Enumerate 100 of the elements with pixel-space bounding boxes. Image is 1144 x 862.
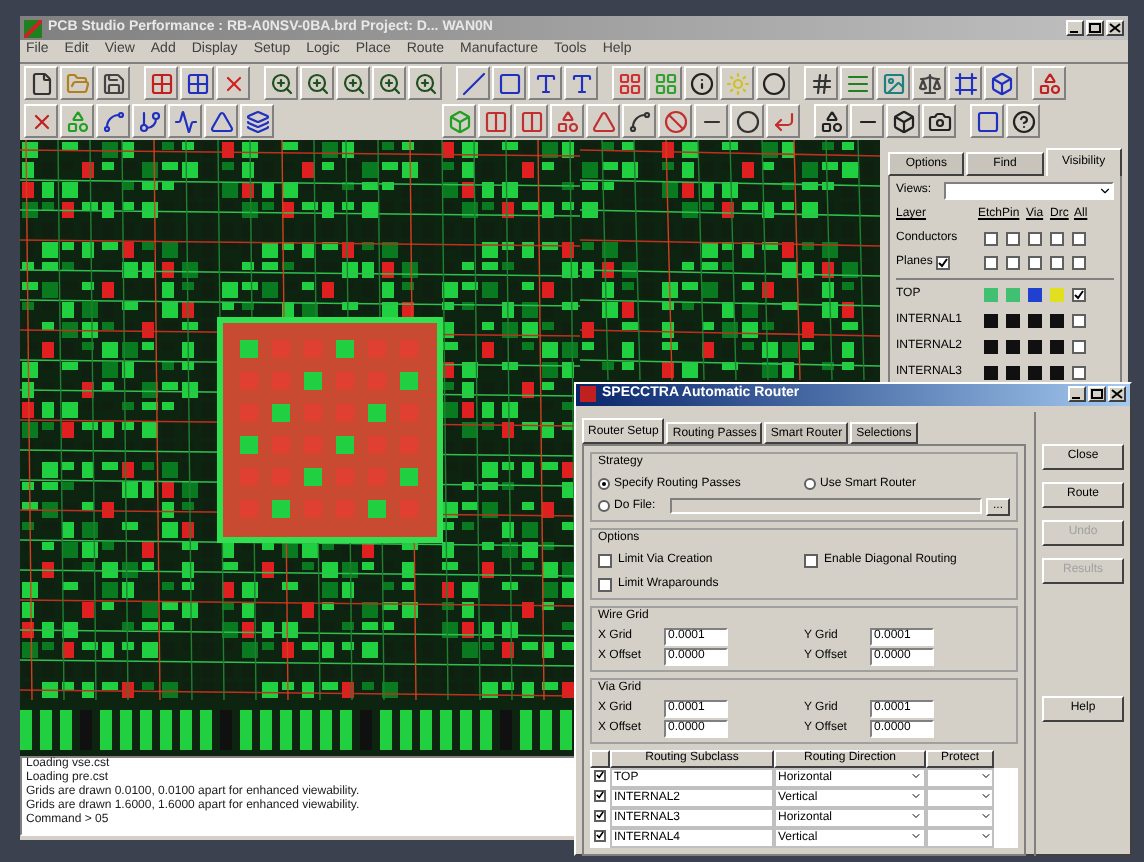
- cross-icon: [29, 109, 53, 133]
- toolbar-button[interactable]: [528, 66, 562, 100]
- toolbar-button[interactable]: [886, 104, 920, 138]
- color-swatch[interactable]: [1006, 366, 1020, 380]
- toolbar-button[interactable]: [694, 104, 728, 138]
- shapes-icon: [819, 109, 843, 133]
- color-swatch[interactable]: [1006, 340, 1020, 354]
- toolbar-button[interactable]: [684, 66, 718, 100]
- checkbox[interactable]: [1006, 256, 1020, 270]
- lines-icon: [845, 71, 869, 95]
- color-swatch[interactable]: [1050, 314, 1064, 328]
- checkbox[interactable]: [1050, 232, 1064, 246]
- toolbar-button[interactable]: [970, 104, 1004, 138]
- toolbar-button[interactable]: [204, 104, 238, 138]
- checkbox[interactable]: [598, 553, 612, 567]
- checkbox[interactable]: [936, 256, 951, 270]
- color-swatch[interactable]: [984, 314, 998, 328]
- checkbox[interactable]: [594, 789, 606, 801]
- maximize-icon[interactable]: [1088, 386, 1106, 403]
- no-icon: [663, 109, 687, 133]
- toolbar-button[interactable]: [456, 66, 490, 100]
- checkbox[interactable]: [594, 829, 606, 841]
- toolbar-button[interactable]: [1006, 104, 1040, 138]
- shapes-icon: [1037, 71, 1061, 95]
- scale-icon: [917, 71, 941, 95]
- color-swatch[interactable]: [1028, 288, 1042, 302]
- toolbar-button[interactable]: [564, 66, 598, 100]
- toolbar-button[interactable]: [984, 66, 1018, 100]
- toolbar-button[interactable]: [756, 66, 790, 100]
- color-swatch[interactable]: [1028, 340, 1042, 354]
- checkbox[interactable]: [1028, 256, 1042, 270]
- toolbar-button[interactable]: [132, 104, 166, 138]
- toolbar-button[interactable]: [1032, 66, 1066, 100]
- toolbar-button[interactable]: [922, 104, 956, 138]
- toolbar-button[interactable]: [96, 66, 130, 100]
- toolbar-button[interactable]: [912, 66, 946, 100]
- checkbox[interactable]: [1006, 232, 1020, 246]
- close-icon[interactable]: [1108, 386, 1126, 403]
- toolbar-button[interactable]: [850, 104, 884, 138]
- radio-button[interactable]: [598, 500, 610, 512]
- squares-icon: [149, 71, 173, 95]
- wave-icon: [173, 109, 197, 133]
- toolbar-button[interactable]: [336, 66, 370, 100]
- checkbox[interactable]: [594, 769, 606, 781]
- branch-icon: [137, 109, 161, 133]
- color-swatch[interactable]: [984, 288, 998, 302]
- toolbar-button[interactable]: [300, 66, 334, 100]
- minimize-icon[interactable]: [1068, 386, 1086, 403]
- color-swatch[interactable]: [1028, 366, 1042, 380]
- toolbar-button[interactable]: [144, 66, 178, 100]
- toolbar-button[interactable]: [408, 66, 442, 100]
- toolbar-button[interactable]: [180, 66, 214, 100]
- checkbox[interactable]: [1050, 256, 1064, 270]
- protect-dropdown[interactable]: [926, 767, 994, 787]
- color-swatch[interactable]: [984, 340, 998, 354]
- color-swatch[interactable]: [1050, 288, 1064, 302]
- toolbar-button[interactable]: [814, 104, 848, 138]
- color-swatch[interactable]: [1050, 366, 1064, 380]
- checkbox[interactable]: [1072, 366, 1086, 380]
- checkbox[interactable]: [804, 553, 818, 567]
- close-icon[interactable]: [1106, 20, 1124, 36]
- toolbar-button[interactable]: [622, 104, 656, 138]
- toolbar-button[interactable]: [372, 66, 406, 100]
- toolbar-button[interactable]: [492, 66, 526, 100]
- checkbox[interactable]: [984, 232, 998, 246]
- toolbar-button[interactable]: [240, 104, 274, 138]
- toolbar-button[interactable]: [96, 104, 130, 138]
- toolbar-button[interactable]: [264, 66, 298, 100]
- checkbox[interactable]: [984, 256, 998, 270]
- toolbar-button[interactable]: [730, 104, 764, 138]
- minimize-icon[interactable]: [1066, 20, 1084, 36]
- checkbox[interactable]: [1072, 314, 1086, 328]
- toolbar-button[interactable]: [804, 66, 838, 100]
- checkbox[interactable]: [598, 577, 612, 591]
- checkbox[interactable]: [594, 809, 606, 821]
- line-icon: [461, 71, 485, 95]
- grid-icon: [617, 71, 641, 95]
- maximize-icon[interactable]: [1086, 20, 1104, 36]
- zoom-in-icon: [269, 71, 293, 95]
- checkbox[interactable]: [1072, 288, 1086, 302]
- checkbox[interactable]: [1072, 232, 1086, 246]
- sun-icon: [725, 71, 749, 95]
- color-swatch[interactable]: [984, 366, 998, 380]
- color-swatch[interactable]: [1006, 288, 1020, 302]
- color-swatch[interactable]: [1006, 314, 1020, 328]
- toolbar-button[interactable]: [24, 66, 58, 100]
- radio-button[interactable]: [598, 478, 610, 490]
- radio-button[interactable]: [804, 478, 816, 490]
- do-file-field[interactable]: [670, 498, 982, 514]
- toolbar-button[interactable]: [168, 104, 202, 138]
- color-swatch[interactable]: [1050, 340, 1064, 354]
- checkbox[interactable]: [1028, 232, 1042, 246]
- toolbar-button[interactable]: [24, 104, 58, 138]
- views-dropdown[interactable]: [944, 182, 1114, 200]
- toolbar-button[interactable]: [948, 66, 982, 100]
- checkbox[interactable]: [1072, 340, 1086, 354]
- checkbox[interactable]: [1072, 256, 1086, 270]
- color-swatch[interactable]: [1028, 314, 1042, 328]
- folder-icon: [65, 71, 89, 95]
- app-icon: [24, 19, 42, 37]
